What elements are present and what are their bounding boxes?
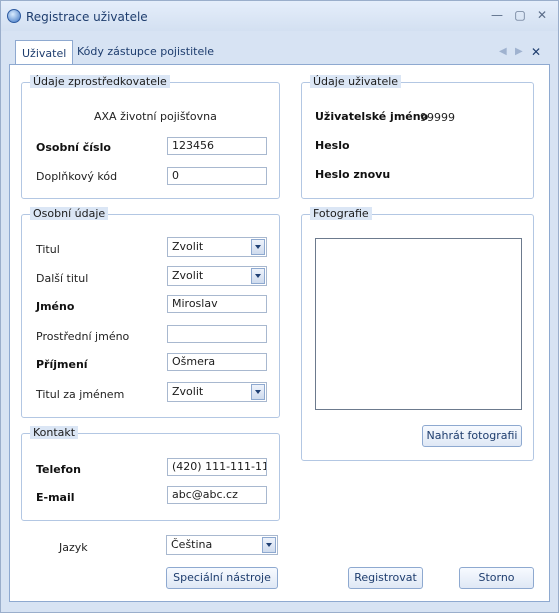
- contact-group: Kontakt Telefon (420) 111-111-111 E-mail…: [21, 426, 280, 521]
- password-label: Heslo: [315, 139, 350, 152]
- photo-group: Fotografie Nahrát fotografii: [301, 207, 534, 461]
- chevron-down-icon[interactable]: [251, 384, 265, 400]
- extra-title-label: Další titul: [36, 272, 89, 285]
- language-label: Jazyk: [59, 541, 88, 554]
- extra-code-field[interactable]: 0: [167, 167, 267, 185]
- suffix-title-label: Titul za jménem: [36, 388, 125, 401]
- title-select-value: Zvolit: [172, 240, 204, 253]
- maximize-icon[interactable]: ▢: [513, 8, 527, 22]
- company-name: AXA životní pojišťovna: [94, 110, 217, 123]
- chevron-down-icon[interactable]: [262, 537, 276, 553]
- email-field[interactable]: abc@abc.cz: [167, 486, 267, 504]
- upload-photo-button[interactable]: Nahrát fotografii: [422, 425, 522, 447]
- user-group-title: Údaje uživatele: [310, 75, 402, 88]
- tab-close-icon[interactable]: ✕: [529, 45, 543, 59]
- email-label: E-mail: [36, 491, 75, 504]
- personal-no-field[interactable]: 123456: [167, 137, 267, 155]
- personal-group: Osobní údaje Titul Zvolit Další titul Zv…: [21, 207, 280, 418]
- personal-no-label: Osobní číslo: [36, 141, 111, 154]
- chevron-down-icon[interactable]: [251, 268, 265, 284]
- window-title: Registrace uživatele: [26, 10, 148, 24]
- tab-strip: Uživatel Kódy zástupce pojistitele: [9, 38, 550, 66]
- broker-group-title: Údaje zprostředkovatele: [30, 75, 170, 88]
- last-name-field[interactable]: Ošmera: [167, 353, 267, 371]
- extra-title-select-value: Zvolit: [172, 269, 204, 282]
- register-button[interactable]: Registrovat: [348, 567, 423, 589]
- username-value: 99999: [420, 111, 455, 124]
- user-group: Údaje uživatele Uživatelské jméno 99999 …: [301, 75, 534, 199]
- middle-name-label: Prostřední jméno: [36, 330, 130, 343]
- contact-group-title: Kontakt: [30, 426, 79, 439]
- minimize-icon[interactable]: —: [490, 8, 504, 22]
- photo-preview: [315, 238, 522, 410]
- phone-value: (420) 111-111-111: [172, 460, 267, 473]
- suffix-title-select[interactable]: Zvolit: [167, 382, 267, 402]
- tab-user[interactable]: Uživatel: [15, 40, 74, 66]
- photo-group-title: Fotografie: [310, 207, 372, 220]
- special-tools-button[interactable]: Speciální nástroje: [166, 567, 278, 589]
- phone-field[interactable]: (420) 111-111-111: [167, 458, 267, 476]
- password-again-label: Heslo znovu: [315, 168, 391, 181]
- middle-name-field[interactable]: [167, 325, 267, 343]
- suffix-title-select-value: Zvolit: [172, 385, 204, 398]
- title-select[interactable]: Zvolit: [167, 237, 267, 257]
- app-globe-icon: [7, 9, 21, 23]
- extra-title-select[interactable]: Zvolit: [167, 266, 267, 286]
- first-name-label: Jméno: [36, 300, 75, 313]
- phone-label: Telefon: [36, 463, 81, 476]
- username-label: Uživatelské jméno: [315, 110, 429, 123]
- chevron-down-icon[interactable]: [251, 239, 265, 255]
- title-label: Titul: [36, 243, 60, 256]
- language-select[interactable]: Čeština: [166, 535, 278, 555]
- extra-code-label: Doplňkový kód: [36, 170, 118, 183]
- personal-group-title: Osobní údaje: [30, 207, 109, 220]
- first-name-field[interactable]: Miroslav: [167, 295, 267, 313]
- last-name-label: Příjmení: [36, 358, 88, 371]
- language-select-value: Čeština: [171, 538, 213, 551]
- cancel-button[interactable]: Storno: [459, 567, 534, 589]
- tab-content: Údaje zprostředkovatele AXA životní poji…: [9, 64, 550, 602]
- broker-group: Údaje zprostředkovatele AXA životní poji…: [21, 75, 280, 199]
- tab-insurer-codes[interactable]: Kódy zástupce pojistitele: [71, 39, 220, 64]
- title-bar[interactable]: Registrace uživatele — ▢ ✕: [1, 1, 558, 31]
- tab-right-arrow-icon[interactable]: ▶: [515, 46, 523, 57]
- registration-window: Registrace uživatele — ▢ ✕ Uživatel Kódy…: [0, 0, 559, 613]
- close-icon[interactable]: ✕: [535, 8, 549, 22]
- tab-left-arrow-icon[interactable]: ◀: [499, 46, 507, 57]
